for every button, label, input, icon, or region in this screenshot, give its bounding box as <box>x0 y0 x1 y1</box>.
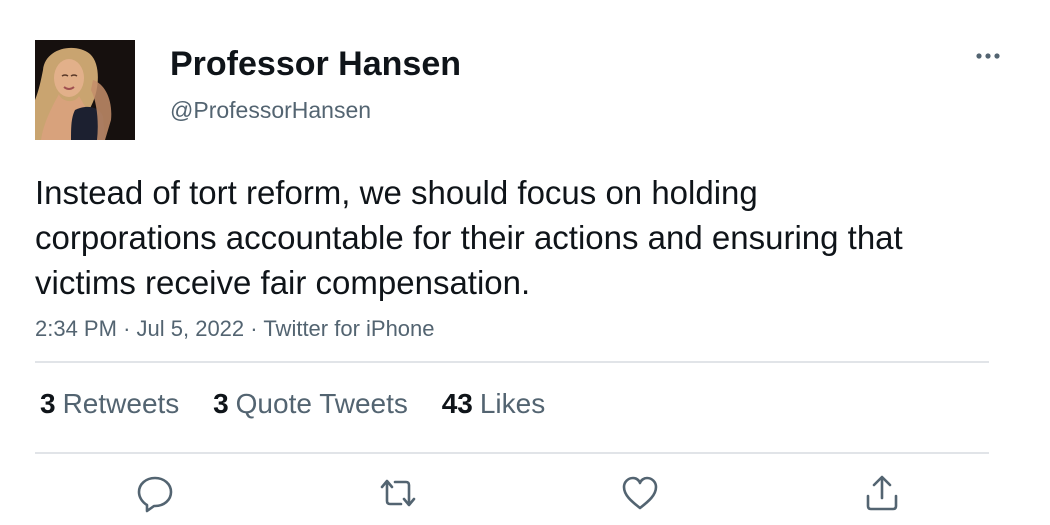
retweets-stat[interactable]: 3 Retweets <box>40 387 179 421</box>
reply-button[interactable] <box>132 470 178 516</box>
divider <box>35 452 989 454</box>
tweet-meta: 2:34 PM · Jul 5, 2022 · Twitter for iPho… <box>35 315 435 343</box>
likes-stat[interactable]: 43 Likes <box>442 387 546 421</box>
avatar[interactable] <box>35 40 135 140</box>
tweet-source[interactable]: Twitter for iPhone <box>263 316 434 341</box>
retweet-button[interactable] <box>375 470 421 516</box>
meta-separator: · <box>123 316 137 341</box>
quote-tweets-stat[interactable]: 3 Quote Tweets <box>213 387 408 421</box>
reply-icon <box>137 476 173 513</box>
author-handle[interactable]: @ProfessorHansen <box>170 96 371 124</box>
heart-icon <box>622 476 658 510</box>
retweets-count: 3 <box>40 388 56 419</box>
quote-tweets-label: Quote Tweets <box>235 388 408 419</box>
tweet-text: Instead of tort reform, we should focus … <box>35 174 903 301</box>
profile-photo-icon <box>35 40 135 140</box>
like-button[interactable] <box>617 470 663 516</box>
engagement-stats: 3 Retweets 3 Quote Tweets 43 Likes <box>40 387 571 421</box>
author-display-name[interactable]: Professor Hansen <box>170 44 461 84</box>
tweet-card: Professor Hansen @ProfessorHansen Instea… <box>0 0 1050 525</box>
meta-separator: · <box>250 316 264 341</box>
tweet-date[interactable]: Jul 5, 2022 <box>137 316 245 341</box>
likes-count: 43 <box>441 388 473 419</box>
likes-label: Likes <box>479 388 546 419</box>
more-options-button[interactable] <box>968 38 1008 74</box>
retweet-icon <box>380 479 416 507</box>
share-button[interactable] <box>859 470 905 516</box>
share-icon <box>866 475 898 511</box>
retweets-label: Retweets <box>62 388 180 419</box>
divider <box>35 361 989 363</box>
more-options-icon <box>976 53 1000 59</box>
quote-tweets-count: 3 <box>213 388 229 419</box>
tweet-time[interactable]: 2:34 PM <box>35 316 117 341</box>
